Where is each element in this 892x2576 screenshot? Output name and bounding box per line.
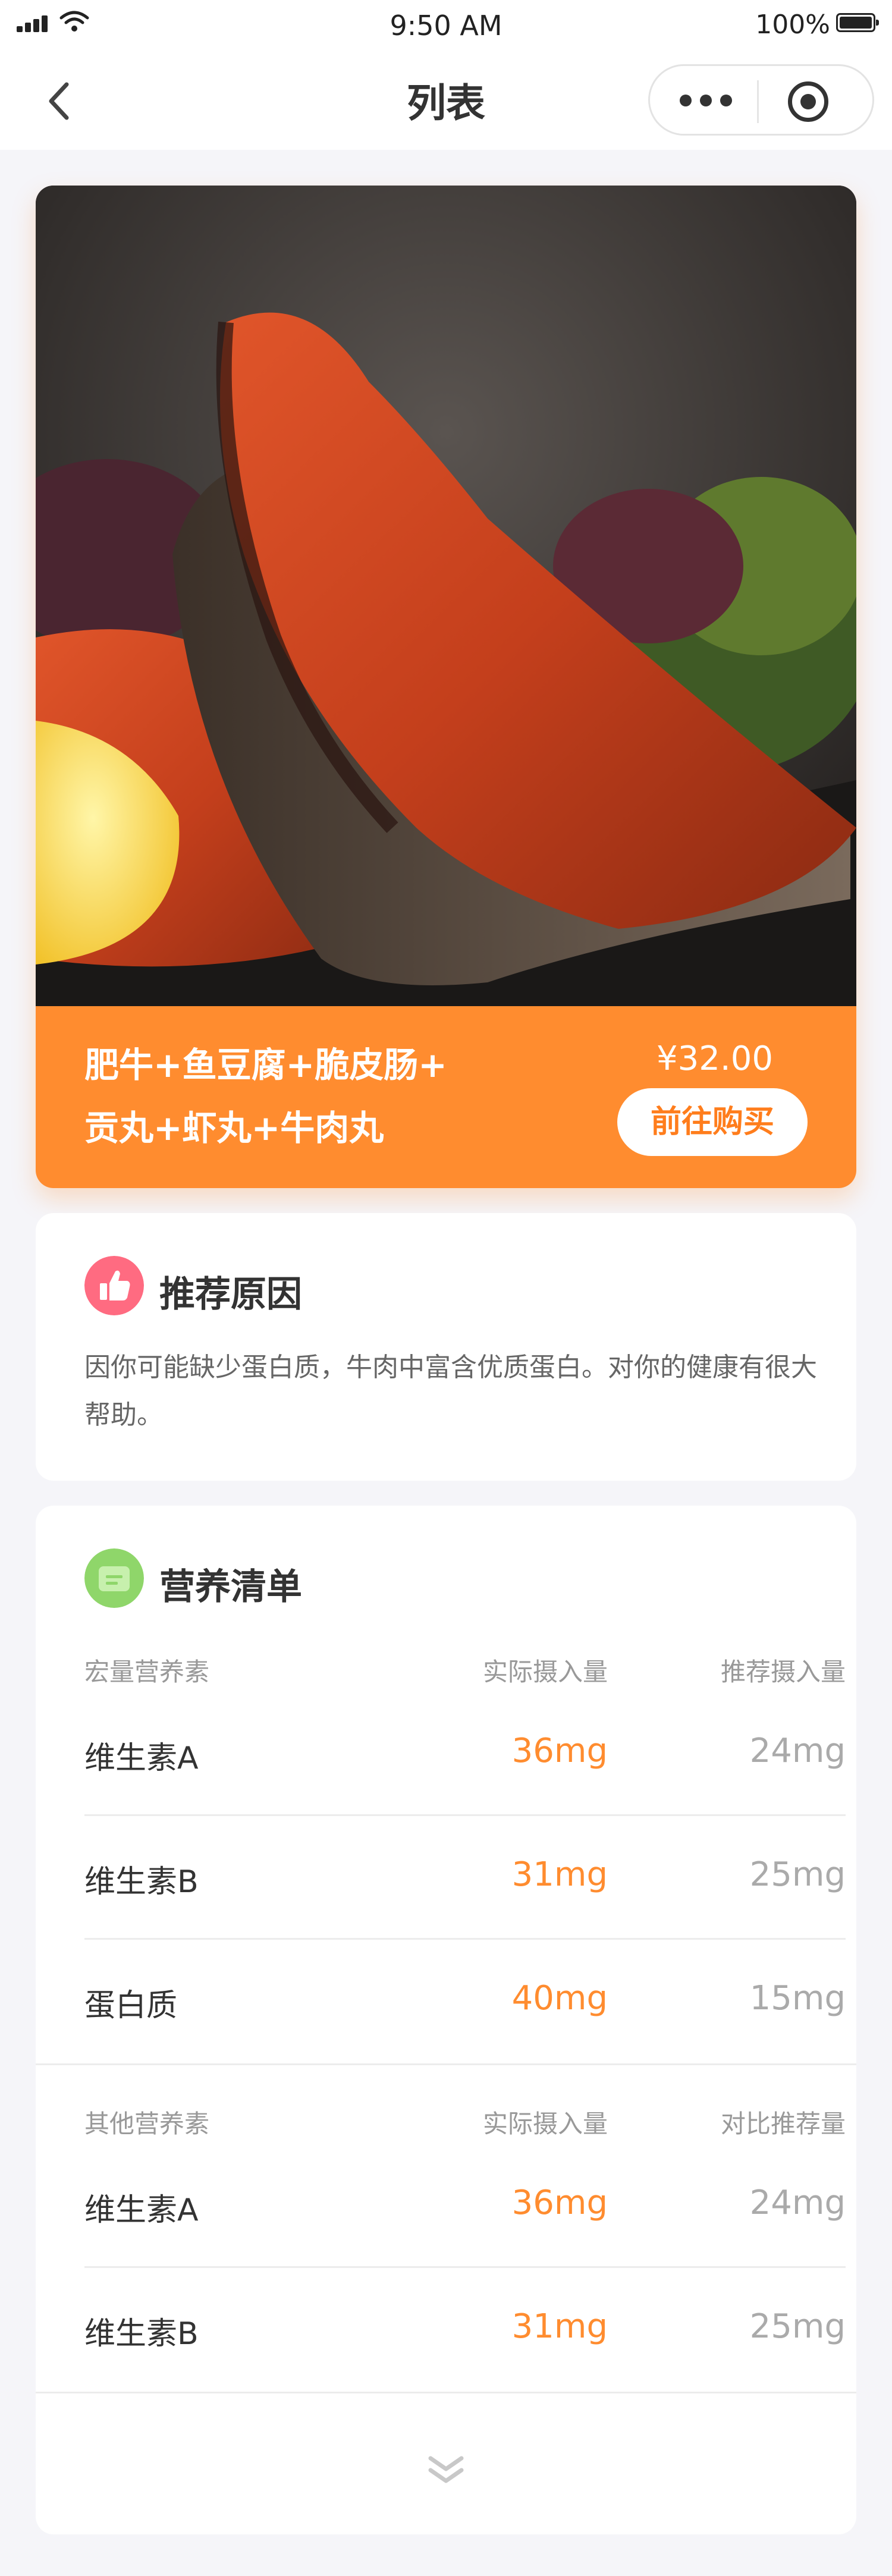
nutrient-name: 蛋白质 [84, 1988, 178, 2024]
nutrient-name: 维生素A [84, 2192, 199, 2228]
macro-table-header: 宏量营养素 实际摄入量 推荐摄入量 [84, 1652, 846, 1688]
product-card: 肥牛+鱼豆腐+脆皮肠+ 贡丸+虾丸+牛肉丸 ¥32.00 前往购买 [36, 186, 856, 1188]
table-row: 维生素B 31mg 25mg [84, 1816, 846, 1940]
status-bar: 9:50 AM 100% [0, 0, 892, 48]
reason-header: 推荐原因 [84, 1256, 739, 1315]
nutrient-actual: 36mg [511, 1732, 608, 1770]
thumbs-up-icon [84, 1256, 144, 1315]
battery-icon [836, 13, 879, 32]
close-target-icon[interactable] [788, 81, 828, 122]
product-name-line2: 贡丸+虾丸+牛肉丸 [84, 1108, 384, 1148]
expand-chevron-icon[interactable] [422, 2452, 470, 2488]
nutrition-card: 营养清单 宏量营养素 实际摄入量 推荐摄入量 维生素A 36mg 24mg 维生… [36, 1506, 856, 2534]
nutrient-actual: 36mg [511, 2184, 608, 2222]
nutrient-name: 维生素B [84, 1864, 199, 1900]
product-photo [36, 186, 856, 1006]
product-name-line1: 肥牛+鱼豆腐+脆皮肠+ [84, 1045, 447, 1085]
table-row: 维生素A 36mg 24mg [84, 1692, 846, 1816]
nutrition-title: 营养清单 [159, 1566, 302, 1608]
more-icon[interactable] [680, 92, 733, 110]
section-divider [36, 2063, 856, 2065]
miniprogram-capsule [648, 64, 874, 136]
nutrient-recommended: 25mg [749, 1855, 846, 1894]
table-row: 蛋白质 40mg 15mg [84, 1940, 846, 2063]
other-table-header: 其他营养素 实际摄入量 对比推荐量 [84, 2104, 846, 2140]
other-header-actual: 实际摄入量 [482, 2109, 608, 2138]
product-info-bar: 肥牛+鱼豆腐+脆皮肠+ 贡丸+虾丸+牛肉丸 ¥32.00 前往购买 [36, 1006, 856, 1188]
table-row: 维生素A 36mg 24mg [84, 2144, 846, 2268]
nutrient-recommended: 15mg [749, 1979, 846, 2018]
reason-text: 因你可能缺少蛋白质，牛肉中富含优质蛋白。对你的健康有很大帮助。 [84, 1352, 817, 1430]
product-price: ¥32.00 [657, 1039, 773, 1078]
macro-header-actual: 实际摄入量 [482, 1657, 608, 1686]
reason-title: 推荐原因 [159, 1274, 302, 1315]
nutrient-recommended: 24mg [749, 1732, 846, 1770]
reason-card: 推荐原因 因你可能缺少蛋白质，牛肉中富含优质蛋白。对你的健康有很大帮助。 [36, 1213, 856, 1481]
nutrient-name: 维生素B [84, 2316, 199, 2352]
macro-header-name: 宏量营养素 [84, 1657, 210, 1686]
table-row: 维生素B 31mg 25mg [84, 2268, 846, 2392]
macro-header-recommended: 推荐摄入量 [720, 1657, 846, 1686]
nutrient-name: 维生素A [84, 1741, 199, 1776]
other-header-name: 其他营养素 [84, 2109, 210, 2138]
nutrient-recommended: 24mg [749, 2184, 846, 2222]
capsule-divider [757, 80, 759, 123]
list-icon [84, 1548, 144, 1608]
nutrient-actual: 40mg [511, 1979, 608, 2018]
battery-percent: 100% [755, 10, 830, 40]
nutrient-actual: 31mg [511, 1855, 608, 1894]
nutrition-header: 营养清单 [84, 1548, 739, 1608]
other-header-compare: 对比推荐量 [720, 2109, 846, 2138]
section-divider [36, 2392, 856, 2393]
navigation-bar: 列表 [0, 54, 892, 143]
top-bar: 9:50 AM 100% 列表 [0, 0, 892, 150]
nutrient-actual: 31mg [511, 2307, 608, 2346]
buy-button[interactable]: 前往购买 [617, 1088, 808, 1156]
nutrient-recommended: 25mg [749, 2307, 846, 2346]
product-name: 肥牛+鱼豆腐+脆皮肠+ 贡丸+虾丸+牛肉丸 [84, 1033, 560, 1160]
